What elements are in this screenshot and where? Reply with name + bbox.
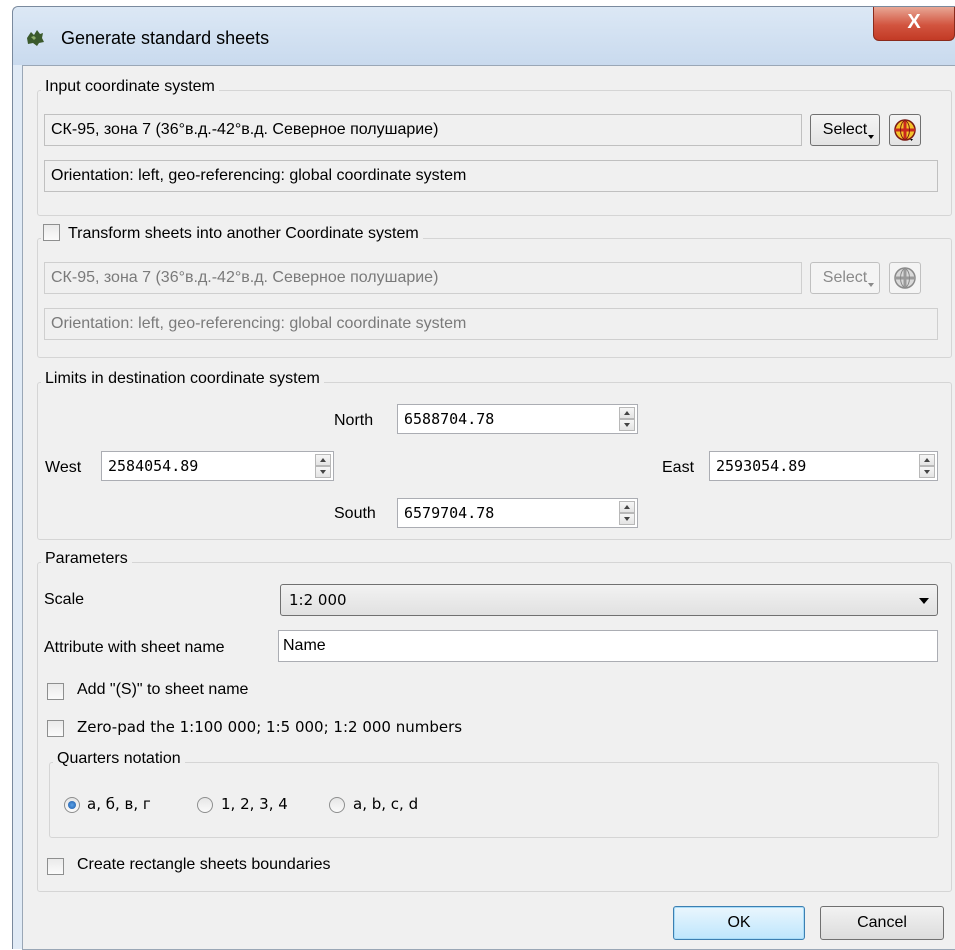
transform-cs-select-button[interactable]: Select — [810, 262, 880, 294]
quarters-label-latin[interactable]: a, b, c, d — [353, 795, 418, 813]
window-title: Generate standard sheets — [61, 28, 270, 48]
zero-pad-checkbox[interactable] — [47, 720, 64, 737]
input-cs-group-title: Input coordinate system — [41, 78, 219, 96]
rect-label[interactable]: Create rectangle sheets boundaries — [77, 856, 331, 874]
input-cs-globe-button[interactable] — [889, 114, 921, 146]
quarters-radio-latin[interactable] — [329, 797, 345, 813]
south-spinbox[interactable]: 6579704.78 — [397, 498, 638, 528]
quarters-radio-cyrillic[interactable] — [64, 797, 80, 813]
spin-down-icon[interactable] — [619, 513, 635, 525]
input-cs-orientation: Orientation: left, geo-referencing: glob… — [44, 160, 938, 192]
limits-group-title: Limits in destination coordinate system — [41, 370, 324, 388]
scale-value[interactable]: 1:2 000 — [289, 591, 347, 609]
close-icon[interactable]: X — [907, 11, 920, 33]
north-label: North — [334, 412, 374, 429]
north-spinbox[interactable]: 6588704.78 — [397, 404, 638, 434]
globe-icon — [894, 267, 916, 289]
quarters-label-numeric[interactable]: 1, 2, 3, 4 — [221, 795, 288, 813]
close-button[interactable]: X — [873, 7, 955, 41]
transform-cs-orientation: Orientation: left, geo-referencing: glob… — [44, 308, 938, 340]
south-value[interactable]: 6579704.78 — [404, 499, 494, 527]
transform-cs-select-label: Select — [822, 269, 868, 286]
transform-cs-globe-button[interactable] — [889, 262, 921, 294]
quarters-group — [49, 762, 939, 838]
input-cs-group — [37, 90, 952, 216]
scale-combobox[interactable]: 1:2 000 — [280, 584, 938, 616]
spin-up-icon[interactable] — [315, 454, 331, 466]
ok-button[interactable]: OK — [673, 906, 805, 940]
attr-input[interactable]: Name — [278, 630, 938, 662]
add-s-label[interactable]: Add "(S)" to sheet name — [77, 681, 248, 699]
spin-down-icon[interactable] — [315, 466, 331, 478]
attr-value[interactable]: Name — [283, 637, 326, 654]
dropdown-arrow-icon — [868, 135, 874, 139]
scale-label: Scale — [44, 591, 85, 608]
transform-group-title: Transform sheets into another Coordinate… — [41, 224, 423, 243]
cancel-button[interactable]: Cancel — [820, 906, 944, 940]
dialog-window: Generate standard sheets X Input coordin… — [12, 6, 955, 950]
east-spinbox[interactable]: 2593054.89 — [709, 451, 938, 481]
dialog-body: Input coordinate system СК-95, зона 7 (3… — [22, 65, 955, 950]
spin-down-icon[interactable] — [619, 419, 635, 431]
south-label: South — [334, 505, 376, 522]
dropdown-arrow-icon — [868, 283, 874, 287]
rect-checkbox[interactable] — [47, 858, 64, 875]
transform-cs-name: СК-95, зона 7 (36°в.д.-42°в.д. Северное … — [44, 262, 802, 294]
transform-checkbox-label[interactable]: Transform sheets into another Coordinate… — [68, 225, 419, 242]
input-cs-select-label: Select — [822, 121, 868, 138]
east-value[interactable]: 2593054.89 — [716, 452, 806, 480]
quarters-label-cyrillic[interactable]: а, б, в, г — [87, 795, 151, 813]
spin-up-icon[interactable] — [919, 454, 935, 466]
input-cs-name: СК-95, зона 7 (36°в.д.-42°в.д. Северное … — [44, 114, 802, 146]
chevron-down-icon[interactable] — [919, 598, 929, 604]
east-label: East — [662, 459, 695, 476]
transform-group — [37, 238, 952, 358]
west-label: West — [45, 459, 82, 476]
input-cs-select-button[interactable]: Select — [810, 114, 880, 146]
title-bar[interactable]: Generate standard sheets X — [13, 7, 955, 65]
west-value[interactable]: 2584054.89 — [108, 452, 198, 480]
add-s-checkbox[interactable] — [47, 683, 64, 700]
spin-down-icon[interactable] — [919, 466, 935, 478]
attr-label: Attribute with sheet name — [44, 639, 225, 656]
app-icon — [27, 30, 44, 46]
transform-checkbox[interactable] — [43, 224, 60, 241]
spin-up-icon[interactable] — [619, 407, 635, 419]
spin-up-icon[interactable] — [619, 501, 635, 513]
parameters-group-title: Parameters — [41, 550, 132, 568]
globe-icon — [894, 119, 916, 141]
north-value[interactable]: 6588704.78 — [404, 405, 494, 433]
quarters-group-title: Quarters notation — [53, 750, 185, 768]
west-spinbox[interactable]: 2584054.89 — [101, 451, 334, 481]
zero-pad-label[interactable]: Zero-pad the 1:100 000; 1:5 000; 1:2 000… — [77, 718, 462, 736]
quarters-radio-numeric[interactable] — [197, 797, 213, 813]
